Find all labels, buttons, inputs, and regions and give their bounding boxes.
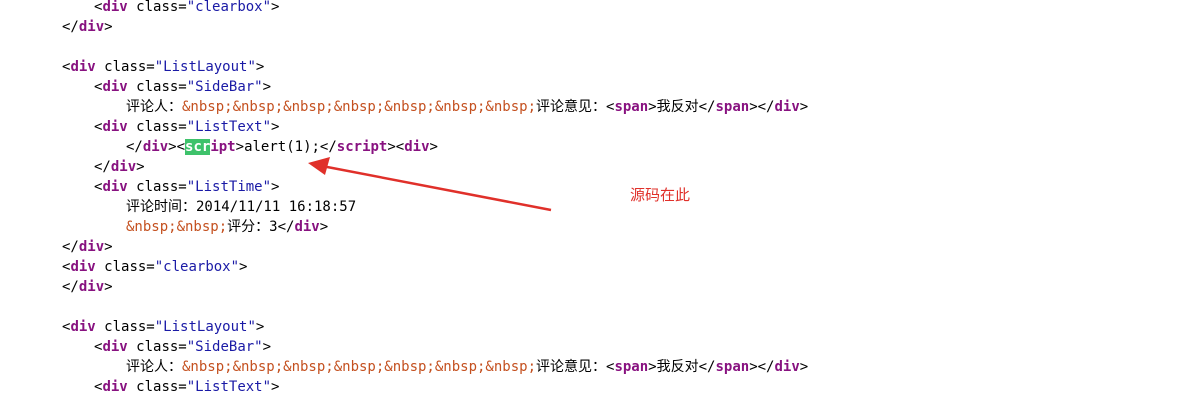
annotation-label: 源码在此 [630, 186, 691, 204]
annotation-arrow [308, 157, 552, 212]
arrow-shaft [321, 164, 552, 212]
arrow-head [308, 157, 330, 175]
